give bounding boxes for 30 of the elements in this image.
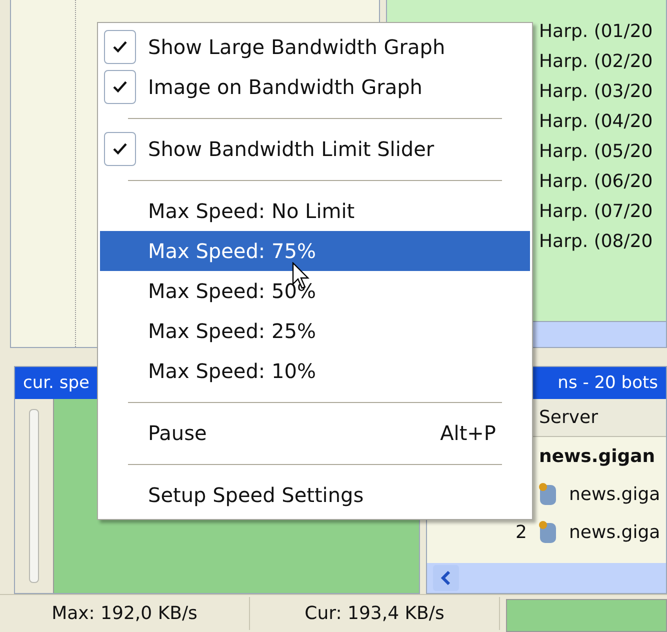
checkmark-icon [113,41,127,53]
row-number: 2 [514,522,527,542]
server-name[interactable]: news.gigan [539,446,656,466]
file-name[interactable]: Harp. (04/20 [539,110,653,132]
database-icon [539,483,557,505]
menu-item[interactable]: Max Speed: 75% [100,231,530,271]
menu-item[interactable]: Show Bandwidth Limit Slider [100,129,530,169]
database-icon [539,521,557,543]
scroll-left-button[interactable] [433,565,459,591]
checkmark-icon [113,143,127,155]
chevron-left-icon [441,571,451,585]
server-name[interactable]: news.giga [569,522,660,542]
menu-item[interactable]: Pause Alt+P [100,413,530,453]
menu-item[interactable]: Show Large Bandwidth Graph [100,27,530,67]
menu-item[interactable]: Setup Speed Settings [100,475,530,515]
file-name[interactable]: Harp. (07/20 [539,200,653,222]
menu-item[interactable]: Image on Bandwidth Graph [100,67,530,107]
checkmark-icon [113,81,127,93]
menu-item[interactable]: Max Speed: 25% [100,311,530,351]
max-speed-status: Max: 192,0 KB/s [0,597,250,630]
menu-item[interactable]: Max Speed: No Limit [100,191,530,231]
file-name[interactable]: Harp. (02/20 [539,50,653,72]
server-name[interactable]: news.giga [569,484,660,504]
column-header[interactable]: Server [539,407,598,428]
file-name[interactable]: Harp. (08/20 [539,230,653,252]
file-name[interactable]: Harp. (06/20 [539,170,653,192]
current-speed-status: Cur: 193,4 KB/s [250,597,500,630]
file-name[interactable]: Harp. (05/20 [539,140,653,162]
file-name[interactable]: Harp. (01/20 [539,20,653,42]
file-name[interactable]: Harp. (03/20 [539,80,653,102]
